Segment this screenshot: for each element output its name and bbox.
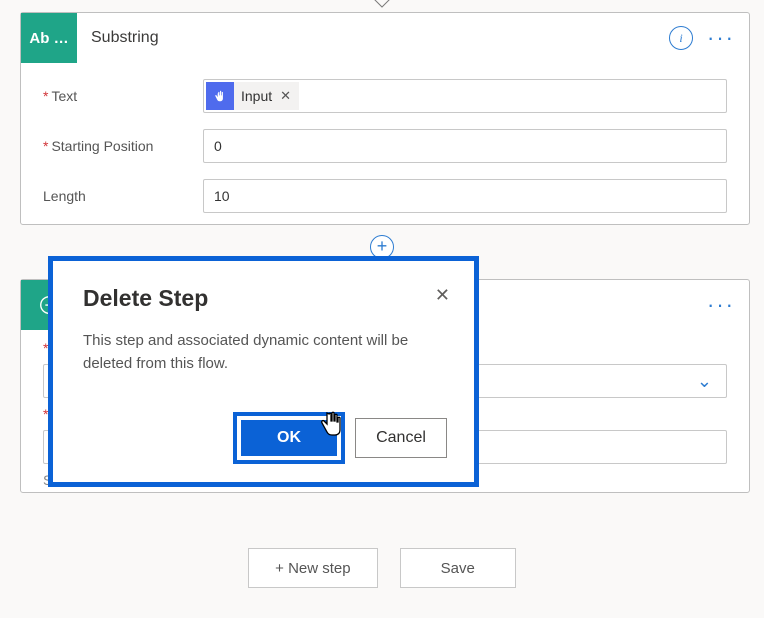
text-input[interactable]: Input ✕	[203, 79, 727, 113]
length-input[interactable]: 10	[203, 179, 727, 213]
connector-arrow	[371, 0, 393, 10]
chevron-down-icon: ⌄	[697, 371, 712, 392]
starting-position-input[interactable]: 0	[203, 129, 727, 163]
hand-icon	[206, 82, 234, 110]
card-title: Substring	[77, 29, 669, 47]
input-token[interactable]: Input ✕	[206, 82, 299, 110]
text-label: *Text	[43, 88, 203, 104]
more-menu-2[interactable]: ···	[707, 292, 735, 318]
text-operations-icon: Ab …	[21, 13, 77, 63]
token-remove[interactable]: ✕	[280, 88, 291, 104]
more-menu[interactable]: ···	[707, 25, 735, 51]
close-icon[interactable]: ✕	[435, 285, 450, 306]
new-step-button[interactable]: + New step	[248, 548, 377, 588]
length-label: Length	[43, 188, 203, 204]
dialog-message: This step and associated dynamic content…	[83, 330, 443, 375]
ok-button-highlight: OK	[233, 412, 345, 464]
token-label: Input	[241, 88, 272, 104]
starting-position-label: *Starting Position	[43, 138, 203, 154]
save-button[interactable]: Save	[400, 548, 516, 588]
ok-button[interactable]: OK	[241, 420, 337, 456]
card-header: Ab … Substring i ···	[21, 13, 749, 63]
footer-actions: + New step Save	[0, 548, 764, 588]
dialog-title: Delete Step	[83, 285, 444, 312]
delete-step-dialog: Delete Step ✕ This step and associated d…	[48, 256, 479, 487]
cancel-button[interactable]: Cancel	[355, 418, 447, 458]
substring-card: Ab … Substring i ··· *Text Input ✕	[20, 12, 750, 225]
info-icon[interactable]: i	[669, 26, 693, 50]
